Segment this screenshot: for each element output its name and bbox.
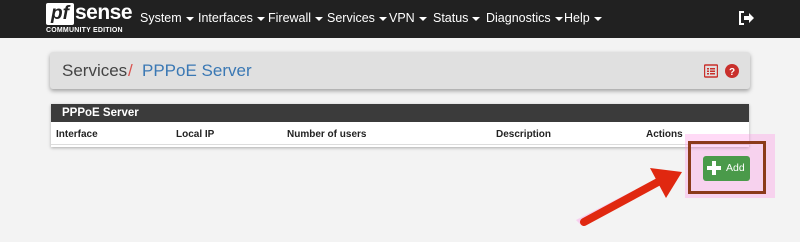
logo-mark: pf: [46, 3, 74, 25]
nav-diagnostics[interactable]: Diagnostics: [486, 10, 563, 26]
nav-interfaces[interactable]: Interfaces: [198, 10, 265, 26]
svg-text:?: ?: [729, 67, 735, 78]
list-icon[interactable]: [704, 64, 718, 78]
nav-system[interactable]: System: [140, 10, 194, 26]
annotation-arrow: [576, 168, 682, 226]
table-divider: [51, 144, 749, 145]
nav-status[interactable]: Status: [433, 10, 481, 26]
breadcrumb-parent[interactable]: Services: [62, 61, 127, 81]
plus-icon: [707, 161, 721, 175]
logo-word: sense: [75, 1, 133, 24]
help-icon[interactable]: ?: [725, 64, 739, 78]
caret-down-icon: [378, 16, 387, 21]
caret-down-icon: [256, 16, 265, 21]
caret-down-icon: [593, 16, 602, 21]
nav-help[interactable]: Help: [564, 10, 602, 26]
top-navbar: pf sense COMMUNITY EDITION System Interf…: [0, 0, 800, 38]
breadcrumb-separator: /: [128, 61, 133, 80]
column-local-ip: Local IP: [176, 129, 215, 140]
caret-down-icon: [418, 16, 427, 21]
breadcrumb-current[interactable]: PPPoE Server: [142, 61, 252, 81]
add-button[interactable]: Add: [703, 156, 750, 181]
pppoe-table-panel: PPPoE Server Interface Local IP Number o…: [51, 104, 749, 147]
edition-label: COMMUNITY EDITION: [46, 27, 123, 34]
pfsense-logo[interactable]: pf sense COMMUNITY EDITION: [46, 1, 133, 35]
caret-down-icon: [554, 16, 563, 21]
column-interface: Interface: [56, 129, 98, 140]
nav-vpn[interactable]: VPN: [389, 10, 427, 26]
caret-down-icon: [472, 16, 481, 21]
breadcrumb: Services / PPPoE Server ?: [50, 52, 750, 89]
column-actions: Actions: [646, 129, 683, 140]
column-description: Description: [496, 129, 552, 140]
add-button-label: Add: [726, 162, 745, 174]
caret-down-icon: [185, 16, 194, 21]
panel-title: PPPoE Server: [62, 107, 139, 119]
nav-services[interactable]: Services: [327, 10, 387, 26]
nav-firewall[interactable]: Firewall: [268, 10, 324, 26]
panel-heading: PPPoE Server: [51, 104, 749, 122]
caret-down-icon: [315, 16, 324, 21]
column-number-of-users: Number of users: [287, 129, 367, 140]
sign-out-icon[interactable]: [738, 11, 754, 25]
